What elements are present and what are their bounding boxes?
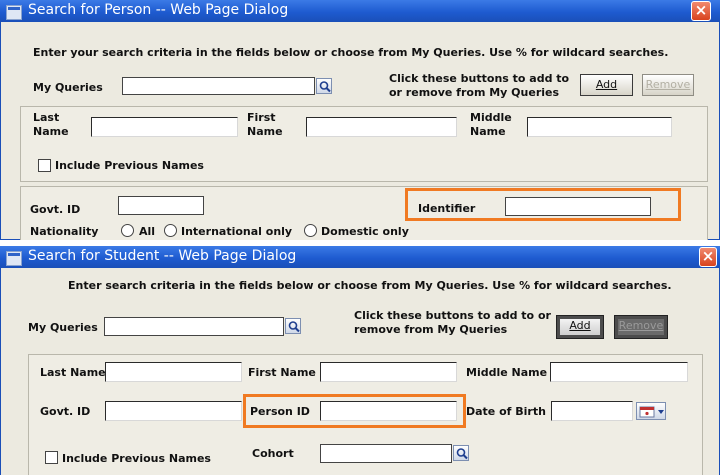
- student-govt-id-label: Govt. ID: [40, 405, 91, 418]
- student-buttons-hint-line-1: Click these buttons to add to or: [354, 309, 551, 322]
- student-include-previous-names-label: Include Previous Names: [62, 452, 211, 465]
- student-middle-name-label: Middle Name: [466, 366, 548, 379]
- nationality-domestic-label: Domestic only: [321, 225, 409, 238]
- student-add-query-button[interactable]: Add: [556, 315, 604, 339]
- date-of-birth-label: Date of Birth: [466, 405, 546, 418]
- student-remove-query-label: Remove: [618, 319, 664, 332]
- student-dialog-title: Search for Student -- Web Page Dialog: [28, 248, 297, 264]
- nationality-international-radio[interactable]: [164, 224, 177, 237]
- identifier-label: Identifier: [418, 202, 476, 215]
- include-previous-names-label: Include Previous Names: [55, 159, 204, 172]
- last-name-label: Last Name: [33, 111, 69, 138]
- add-query-button[interactable]: Add: [580, 74, 633, 96]
- govt-id-label: Govt. ID: [30, 203, 81, 216]
- nationality-domestic-radio[interactable]: [304, 224, 317, 237]
- last-name-input[interactable]: [91, 117, 238, 137]
- student-my-queries-label: My Queries: [28, 321, 98, 334]
- cohort-label: Cohort: [252, 447, 294, 460]
- student-buttons-hint-line-2: remove from My Queries: [354, 323, 508, 336]
- buttons-hint-line-2: or remove from My Queries: [389, 86, 560, 99]
- dialog-window-icon: [6, 251, 22, 266]
- magnifier-icon: [319, 81, 331, 93]
- student-include-previous-names-checkbox[interactable]: [45, 451, 58, 464]
- student-govt-id-input[interactable]: [105, 401, 242, 421]
- remove-query-button[interactable]: Remove: [642, 74, 694, 96]
- buttons-hint-line-1: Click these buttons to add to: [389, 72, 570, 85]
- first-name-label: First Name: [247, 111, 283, 138]
- my-queries-label: My Queries: [33, 81, 103, 94]
- person-id-input[interactable]: [320, 401, 457, 421]
- middle-name-input[interactable]: [527, 117, 672, 137]
- student-dialog-close-button[interactable]: ×: [699, 247, 717, 267]
- person-dialog-close-button[interactable]: ×: [691, 1, 711, 21]
- student-dialog-titlebar[interactable]: Search for Student -- Web Page Dialog: [0, 246, 720, 268]
- date-of-birth-input[interactable]: [551, 401, 633, 421]
- student-last-name-label: Last Name: [40, 366, 106, 379]
- student-my-queries-search-button[interactable]: [285, 318, 301, 334]
- my-queries-search-button[interactable]: [316, 78, 332, 94]
- student-add-query-label: Add: [569, 319, 591, 332]
- nationality-all-label: All: [139, 225, 156, 238]
- dialog-window-icon: [6, 5, 22, 20]
- middle-name-label: Middle Name: [470, 111, 512, 138]
- cohort-input[interactable]: [320, 444, 452, 463]
- nationality-all-radio[interactable]: [121, 224, 134, 237]
- student-middle-name-input[interactable]: [550, 362, 688, 382]
- govt-id-input[interactable]: [118, 196, 204, 215]
- identifier-input[interactable]: [505, 197, 651, 216]
- person-id-label: Person ID: [250, 405, 310, 418]
- include-previous-names-checkbox[interactable]: [38, 159, 51, 172]
- person-instructions: Enter your search criteria in the fields…: [33, 46, 669, 59]
- add-query-label: Add: [595, 78, 618, 91]
- student-last-name-input[interactable]: [105, 362, 242, 382]
- nationality-label: Nationality: [30, 225, 99, 238]
- student-first-name-input[interactable]: [320, 362, 457, 382]
- my-queries-input[interactable]: [122, 77, 315, 95]
- person-dialog-title: Search for Person -- Web Page Dialog: [28, 2, 289, 18]
- student-first-name-label: First Name: [248, 366, 316, 379]
- remove-query-label: Remove: [645, 78, 691, 91]
- magnifier-icon: [288, 321, 300, 333]
- student-instructions: Enter search criteria in the fields belo…: [68, 279, 672, 292]
- calendar-dropdown-icon: [639, 406, 664, 418]
- person-dialog-titlebar[interactable]: Search for Person -- Web Page Dialog: [0, 0, 720, 22]
- date-picker-button[interactable]: [636, 402, 666, 420]
- nationality-international-label: International only: [181, 225, 293, 238]
- student-my-queries-input[interactable]: [104, 317, 284, 336]
- cohort-search-button[interactable]: [453, 445, 469, 461]
- student-remove-query-button[interactable]: Remove: [614, 315, 668, 339]
- first-name-input[interactable]: [306, 117, 457, 137]
- magnifier-icon: [456, 448, 468, 460]
